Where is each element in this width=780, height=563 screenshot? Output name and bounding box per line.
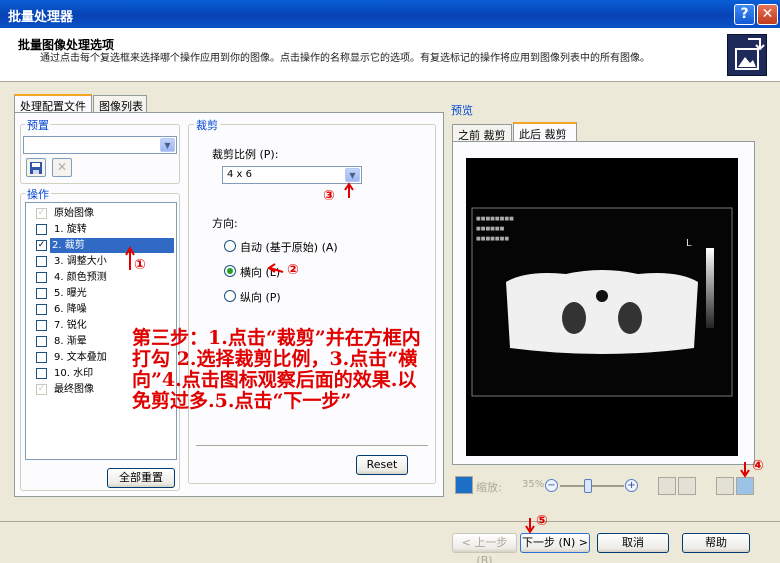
arrow-4-icon bbox=[740, 462, 750, 478]
arrow-2-icon bbox=[267, 263, 284, 273]
arrow-3-icon bbox=[344, 182, 354, 198]
annotation-arrows bbox=[125, 182, 750, 534]
arrow-1-icon bbox=[125, 245, 135, 270]
arrow-5-icon bbox=[525, 518, 535, 534]
